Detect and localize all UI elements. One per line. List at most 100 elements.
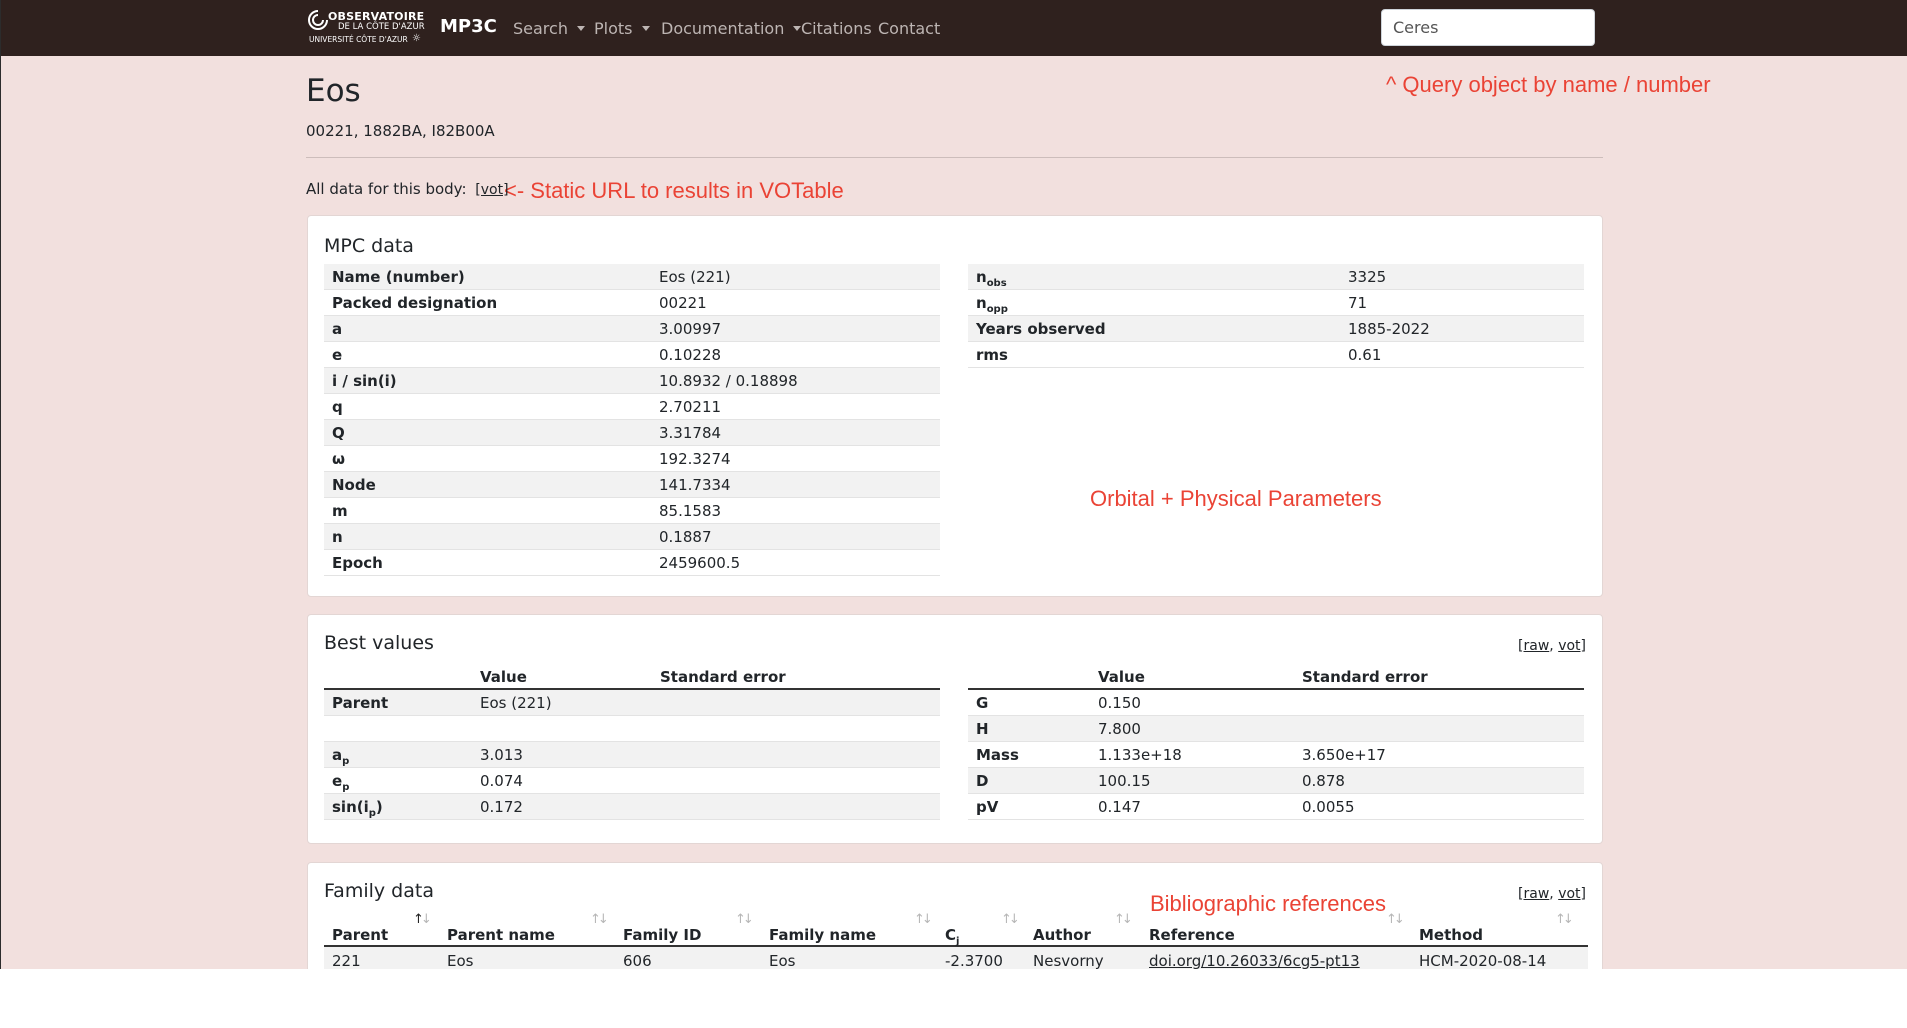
row-label: rms <box>976 346 1008 364</box>
row-label-text: rms <box>976 346 1008 364</box>
row-label: G <box>976 694 988 712</box>
sort-icon[interactable]: ↑↓ <box>1114 912 1133 927</box>
sort-icon[interactable]: ↑↓ <box>735 912 754 927</box>
all-data-vot-link[interactable]: [vot] <box>475 182 508 198</box>
row-label: Years observed <box>976 320 1106 338</box>
row-standard-error: 3.650e+17 <box>1302 746 1386 764</box>
row-label-text: Node <box>332 476 376 494</box>
row-label-text: Epoch <box>332 554 383 572</box>
row-label-text: Mass <box>976 746 1019 764</box>
best-values-card: Best values [raw, vot] Value Standard er… <box>307 614 1603 844</box>
table-row: G 0.150 <box>968 690 1584 716</box>
best-vot-link[interactable]: vot <box>1558 638 1580 654</box>
table-row: D 100.15 0.878 <box>968 768 1584 794</box>
table-row: H 7.800 <box>968 716 1584 742</box>
column-header-c[interactable]: Cj <box>945 926 959 947</box>
nav-documentation-dropdown[interactable]: Documentation <box>661 19 802 38</box>
column-header-subscript: j <box>956 936 960 947</box>
nav-search-label: Search <box>513 19 568 38</box>
column-header-parent-name[interactable]: Parent name <box>447 926 555 944</box>
navbar: OBSERVATOIRE DE LA CÔTE D'AZUR UNIVERSIT… <box>1 0 1907 56</box>
column-header-label: Family ID <box>623 926 702 944</box>
nav-citations-link[interactable]: Citations <box>801 19 872 38</box>
column-header-family-name[interactable]: Family name <box>769 926 876 944</box>
best-left-table: Value Standard error Parent Eos (221) ap 3.… <box>324 663 940 820</box>
column-header-family-id[interactable]: Family ID <box>623 926 701 944</box>
row-value: 3.00997 <box>659 320 722 338</box>
table-cell: 221 <box>332 952 361 969</box>
all-data-line: All data for this body: [vot] <box>306 180 509 198</box>
row-standard-error: 0.0055 <box>1302 798 1355 816</box>
nav-documentation-label: Documentation <box>661 19 785 38</box>
reference-link[interactable]: doi.org/10.26033/6cg5-pt13 <box>1149 952 1360 969</box>
annotation-static-url: <- Static URL to results in VOTable <box>504 178 844 203</box>
table-row: Years observed 1885-2022 <box>968 316 1584 342</box>
column-header-author[interactable]: Author <box>1033 926 1091 944</box>
sun-icon: ☼ <box>412 33 421 44</box>
row-value: Eos (221) <box>659 268 731 286</box>
row-label-tail: ) <box>375 798 383 816</box>
nav-search-dropdown[interactable]: Search <box>513 19 585 38</box>
sort-icon[interactable]: ↑↓ <box>1386 912 1405 927</box>
row-value: 0.147 <box>1098 798 1141 816</box>
row-value: 141.7334 <box>659 476 731 494</box>
row-label-subscript: obs <box>986 278 1007 289</box>
family-table-header: Parent ↑↓ Parent name ↑↓ Family ID ↑↓ Family n… <box>324 912 1588 947</box>
row-value: 0.074 <box>480 772 523 790</box>
table-row: Q 3.31784 <box>324 420 940 446</box>
row-label: sin(ip) <box>332 798 383 819</box>
row-label-text: pV <box>976 798 999 816</box>
column-header-method[interactable]: Method <box>1419 926 1483 944</box>
row-value: 0.150 <box>1098 694 1141 712</box>
row-label: Node <box>332 476 376 494</box>
row-label-text: n <box>976 294 987 312</box>
table-row: ap 3.013 <box>324 742 940 768</box>
sort-icon[interactable]: ↑↓ <box>413 912 432 927</box>
observatoire-logo[interactable]: OBSERVATOIRE DE LA CÔTE D'AZUR UNIVERSIT… <box>306 8 426 48</box>
brand-link[interactable]: MP3C <box>440 16 497 37</box>
bracket-close: ] <box>1580 638 1586 654</box>
sort-icon[interactable]: ↑↓ <box>1001 912 1020 927</box>
row-label: pV <box>976 798 998 816</box>
family-raw-link[interactable]: raw <box>1523 886 1549 902</box>
table-row: Name (number) Eos (221) <box>324 264 940 290</box>
row-value: 3.31784 <box>659 424 722 442</box>
table-row: n 0.1887 <box>324 524 940 550</box>
sort-icon[interactable]: ↑↓ <box>1555 912 1574 927</box>
column-header-label: Reference <box>1149 926 1235 944</box>
row-label-text: H <box>976 720 989 738</box>
best-raw-link[interactable]: raw <box>1523 638 1549 654</box>
family-vot-link[interactable]: vot <box>1558 886 1580 902</box>
link-separator: , <box>1549 638 1559 654</box>
bracket-close: ] <box>1580 886 1586 902</box>
row-value: 0.61 <box>1348 346 1382 364</box>
logo-text-line2: DE LA CÔTE D'AZUR <box>338 22 425 32</box>
row-label-text: Q <box>332 424 345 442</box>
column-header-parent[interactable]: Parent <box>332 926 388 944</box>
all-data-label: All data for this body: <box>306 180 467 198</box>
logo-text-line3: UNIVERSITÉ CÔTE D'AZUR <box>309 35 408 44</box>
table-row: a 3.00997 <box>324 316 940 342</box>
table-row: nobs 3325 <box>968 264 1584 290</box>
row-label-text: G <box>976 694 989 712</box>
col-se-header: Standard error <box>1302 668 1428 686</box>
sort-icon[interactable]: ↑↓ <box>590 912 609 927</box>
table-row: nopp 71 <box>968 290 1584 316</box>
row-label: Mass <box>976 746 1019 764</box>
row-label-text: Years observed <box>976 320 1106 338</box>
row-label-subscript: p <box>368 808 376 819</box>
chevron-down-icon <box>641 26 650 31</box>
nav-plots-dropdown[interactable]: Plots <box>594 19 650 38</box>
search-input[interactable] <box>1381 9 1595 46</box>
col-value-header: Value <box>1098 668 1145 686</box>
table-row <box>324 716 940 742</box>
column-header-reference[interactable]: Reference <box>1149 926 1235 944</box>
page-title: Eos <box>306 73 361 109</box>
sort-icon[interactable]: ↑↓ <box>914 912 933 927</box>
row-value: 3.013 <box>480 746 523 764</box>
nav-contact-link[interactable]: Contact <box>878 19 940 38</box>
row-value: 1885-2022 <box>1348 320 1430 338</box>
best-right-header: Value Standard error <box>968 663 1584 690</box>
row-label-text: Name (number) <box>332 268 465 286</box>
row-label: e <box>332 346 342 364</box>
